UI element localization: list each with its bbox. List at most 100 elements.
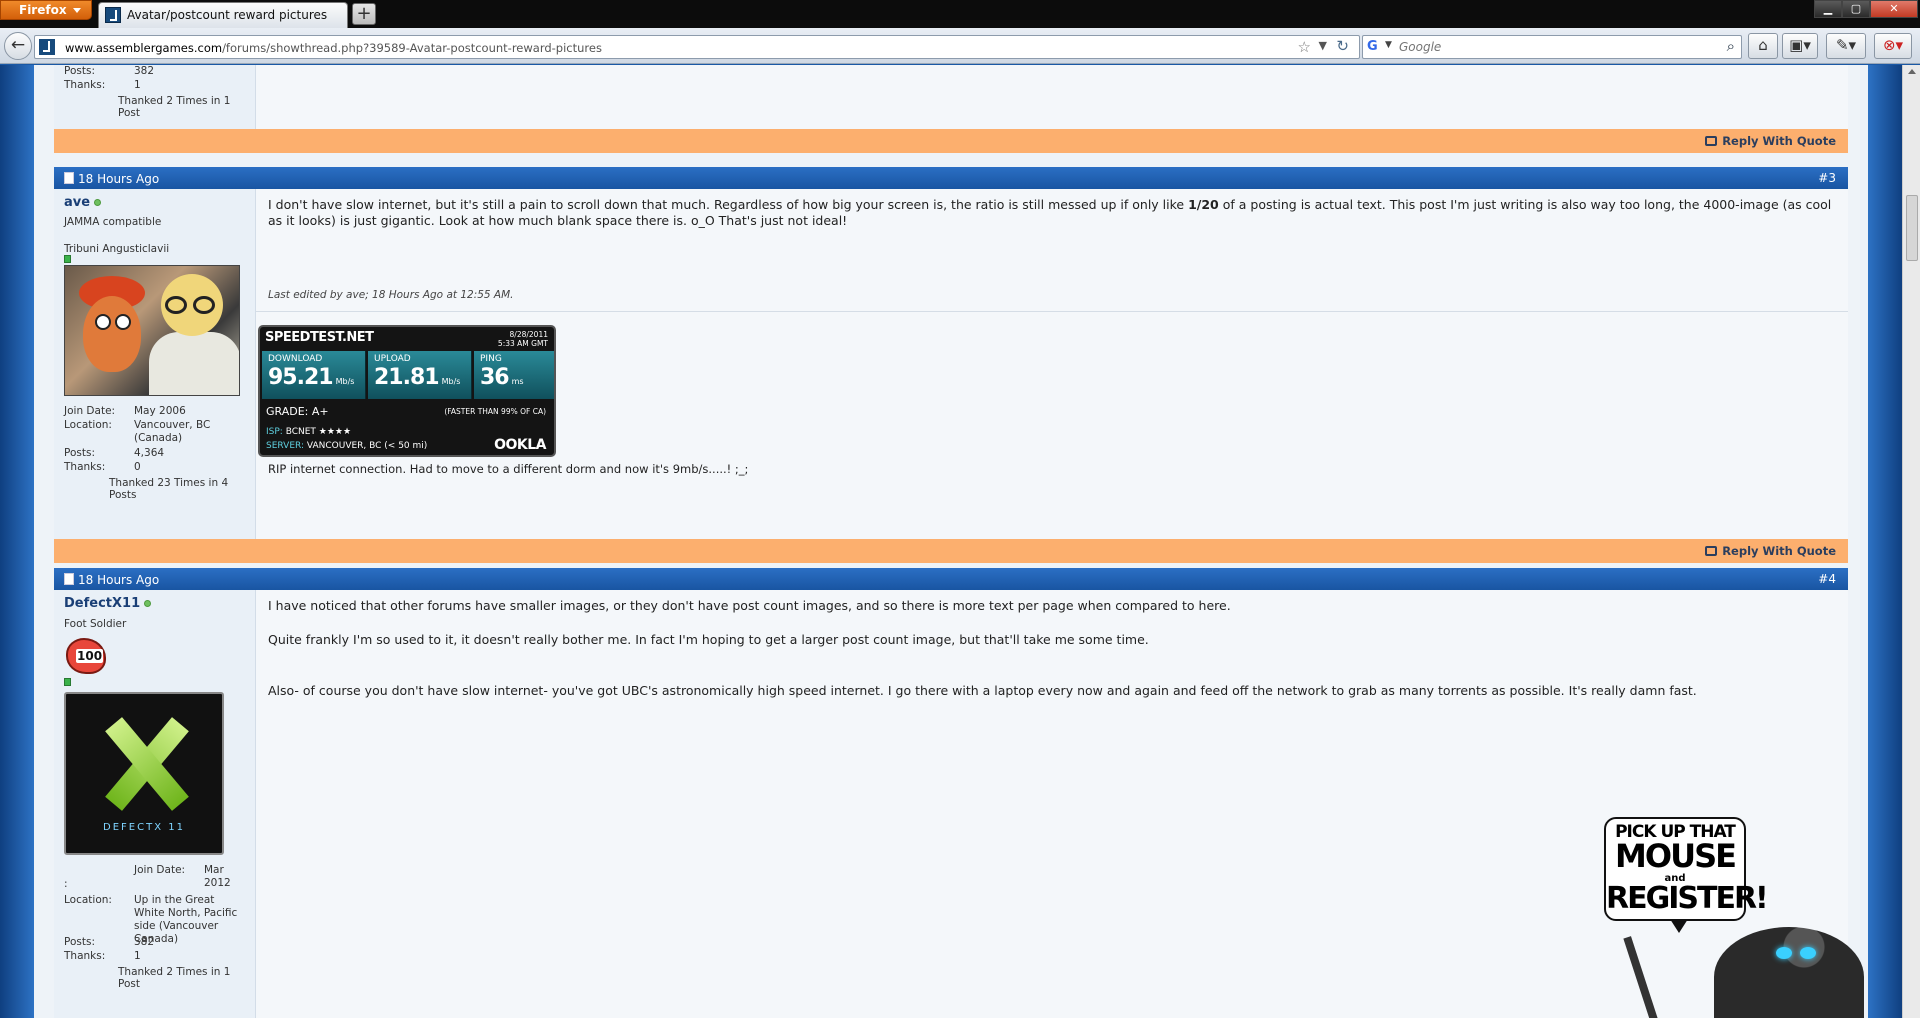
reply-with-quote-label: Reply With Quote xyxy=(1722,134,1836,148)
info-key: Location: xyxy=(64,894,112,906)
register-promo-banner[interactable]: PICK UP THAT MOUSE and REGISTER! xyxy=(1586,817,1868,1018)
post-body xyxy=(256,65,1848,129)
post-icon xyxy=(64,172,74,184)
info-key: Posts: xyxy=(64,936,95,948)
home-button[interactable]: ⌂ xyxy=(1748,33,1778,59)
post-date: 18 Hours Ago xyxy=(78,172,160,186)
post-number-link[interactable]: #3 xyxy=(1818,171,1836,185)
reputation-icon xyxy=(64,255,71,263)
info-key: Join Date: xyxy=(64,405,116,417)
url-text[interactable]: www.assemblergames.com/forums/showthread… xyxy=(65,41,602,55)
message-bold-text: 1/20 xyxy=(1188,197,1219,212)
isp-label: ISP: xyxy=(266,427,283,437)
search-icon[interactable]: ⌕ xyxy=(1727,37,1735,55)
speedtest-timestamp: 8/28/2011 5:33 AM GMT xyxy=(498,330,548,348)
post-footer: Reply With Quote xyxy=(54,129,1848,153)
bookmarks-icon: ▣▾ xyxy=(1789,36,1811,54)
back-button[interactable]: ← xyxy=(4,32,32,60)
post-body: I don't have slow internet, but it's sti… xyxy=(256,189,1848,539)
user-join-date-row: Join Date: May 2006 xyxy=(64,405,186,418)
search-box[interactable]: G ▼ ⌕ xyxy=(1362,35,1742,59)
firefox-menu-label: Firefox xyxy=(19,3,67,17)
speedtest-date: 8/28/2011 xyxy=(509,330,548,339)
info-value: 4,364 xyxy=(134,447,165,459)
ping-value: 36 ms xyxy=(480,365,524,390)
crowbar-icon xyxy=(1623,936,1661,1018)
reload-icon[interactable]: ↻ xyxy=(1336,37,1349,55)
promo-bubble-tail xyxy=(1670,919,1688,933)
back-arrow-icon: ← xyxy=(10,35,26,55)
post-4: 18 Hours Ago #4 DefectX11 Foot Soldier 1… xyxy=(54,568,1848,1018)
user-location-row: Location: Vancouver, BC (Canada) xyxy=(64,419,244,445)
info-value: 1 xyxy=(134,79,141,91)
info-value: Mar 2012 xyxy=(204,864,231,889)
avatar-glasses xyxy=(165,296,187,314)
message-text: I don't have slow internet, but it's sti… xyxy=(268,197,1189,212)
user-posts-row: Posts: 4,364 xyxy=(64,447,164,460)
post-footer: Reply With Quote xyxy=(54,539,1848,563)
promo-speech-bubble: PICK UP THAT MOUSE and REGISTER! xyxy=(1604,817,1769,921)
download-number: 95.21 xyxy=(268,365,334,390)
username-link[interactable]: DefectX11 xyxy=(64,596,152,611)
url-bar[interactable]: www.assemblergames.com/forums/showthread… xyxy=(34,35,1360,59)
web-page: Posts: 382 Thanks: 1 Thanked 2 Times in 1 … xyxy=(0,65,1902,1018)
navigation-toolbar: ← www.assemblergames.com/forums/showthre… xyxy=(0,28,1920,64)
reply-with-quote-button[interactable]: Reply With Quote xyxy=(1705,134,1836,148)
info-key: Thanks: xyxy=(64,461,106,473)
close-window-button[interactable]: ✕ xyxy=(1870,0,1918,18)
avatar-coat xyxy=(149,332,239,395)
maximize-button[interactable]: ▢ xyxy=(1842,0,1870,18)
addon-button[interactable]: ✎▾ xyxy=(1826,33,1866,59)
user-avatar[interactable] xyxy=(64,265,240,396)
username-link[interactable]: ave xyxy=(64,195,102,210)
browser-tab[interactable]: Avatar/postcount reward pictures xyxy=(98,2,348,28)
join-date-colon: : xyxy=(64,878,68,890)
search-engine-dropdown-icon[interactable]: ▼ xyxy=(1385,40,1392,50)
scroll-up-arrow-icon[interactable] xyxy=(1908,69,1916,74)
search-input[interactable] xyxy=(1397,38,1697,56)
user-posts-row: Posts: 382 xyxy=(64,936,154,949)
upload-unit: Mb/s xyxy=(441,377,461,386)
thanked-count: Thanked 23 Times in 4 Posts xyxy=(109,477,229,501)
post-user-sidebar: DefectX11 Foot Soldier 100 DEFECTX 11 Jo… xyxy=(54,590,256,1018)
info-value: Vancouver, BC (Canada) xyxy=(134,419,211,444)
user-thanks-row: Thanks: 0 xyxy=(64,461,141,474)
bookmarks-button[interactable]: ▣▾ xyxy=(1782,33,1818,59)
post-header: 18 Hours Ago #4 xyxy=(54,568,1848,590)
site-identity-icon[interactable] xyxy=(39,39,55,55)
info-key: Thanks: xyxy=(64,950,106,962)
minimize-button[interactable]: ▁ xyxy=(1814,0,1842,18)
user-avatar[interactable]: DEFECTX 11 xyxy=(64,692,224,855)
google-icon[interactable]: G xyxy=(1367,39,1383,55)
new-tab-button[interactable]: + xyxy=(352,3,376,25)
promo-line-4: REGISTER! xyxy=(1606,881,1769,916)
signature-divider xyxy=(256,311,1848,312)
bookmark-star-icon[interactable]: ☆ xyxy=(1298,38,1311,56)
home-icon: ⌂ xyxy=(1758,36,1768,54)
post-message: I don't have slow internet, but it's sti… xyxy=(268,197,1838,229)
url-history-dropdown-icon[interactable]: ▼ xyxy=(1319,39,1327,52)
thanked-count: Thanked 2 Times in 1 Post xyxy=(118,966,231,990)
post-user-sidebar: ave JAMMA compatible Tribuni Angusticlav… xyxy=(54,189,256,539)
scrollbar-thumb[interactable] xyxy=(1906,195,1918,261)
username: DefectX11 xyxy=(64,596,141,611)
isp-value: BCNET ★★★★ xyxy=(285,427,352,437)
firefox-menu-button[interactable]: Firefox xyxy=(0,0,92,20)
post-number-link[interactable]: #4 xyxy=(1818,572,1836,586)
server-label: SERVER: xyxy=(266,441,305,451)
stop-button[interactable]: ⊗▾ xyxy=(1874,33,1912,59)
upload-number: 21.81 xyxy=(374,365,440,390)
page-scrollbar[interactable] xyxy=(1902,65,1920,1018)
postcount-reward-badge: 100 xyxy=(64,632,110,678)
post-paragraph: Also- of course you don't have slow inte… xyxy=(268,683,1697,698)
quote-icon xyxy=(1705,136,1718,146)
reply-with-quote-button[interactable]: Reply With Quote xyxy=(1705,544,1836,558)
speedtest-result-image[interactable]: SPEEDTEST.NET 8/28/2011 5:33 AM GMT DOWNL… xyxy=(258,325,556,457)
thanked-count: Thanked 2 Times in 1 Post xyxy=(118,95,231,119)
avatar-glasses xyxy=(193,296,215,314)
ping-unit: ms xyxy=(511,377,524,386)
download-value: 95.21 Mb/s xyxy=(268,365,354,390)
ping-label: PING xyxy=(480,354,502,364)
info-value: May 2006 xyxy=(134,405,186,417)
avatar-caption: DEFECTX 11 xyxy=(103,822,185,833)
